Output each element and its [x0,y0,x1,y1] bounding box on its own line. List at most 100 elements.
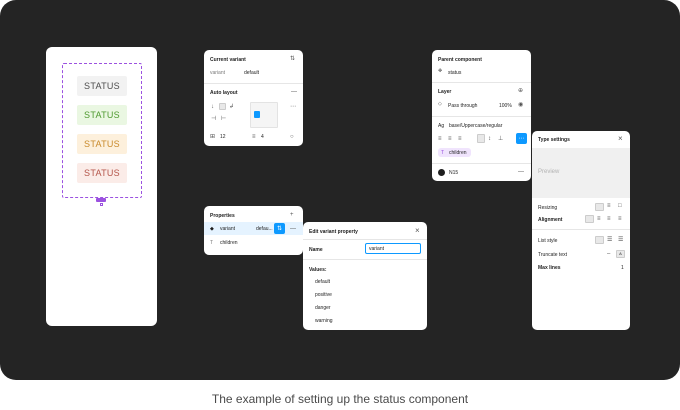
text-justify-icon[interactable]: ≡ [618,216,622,222]
visibility-icon[interactable]: ◉ [518,102,523,108]
text-property-icon: T [210,240,214,246]
align-center-icon[interactable]: ≡ [448,136,452,142]
close-icon[interactable]: × [415,227,420,235]
alignment-indicator [254,111,260,118]
divider [303,259,427,260]
preview-area: Preview [532,148,630,198]
component-set[interactable]: STATUS STATUS STATUS STATUS [62,63,142,206]
fill-label[interactable]: N15 [449,170,458,176]
fixed-size-icon[interactable]: □ [618,203,622,209]
truncate-label: Truncate text [538,252,567,258]
status-badge-danger[interactable]: STATUS [77,163,127,183]
align-right-icon[interactable]: ≡ [458,136,462,142]
component-icon: ✥ [438,68,443,74]
component-name[interactable]: status [448,70,461,76]
status-label: STATUS [84,110,120,120]
value-item[interactable]: default [315,279,330,285]
type-settings-title: Type settings [538,137,570,143]
opacity-value[interactable]: 100% [499,103,512,109]
auto-layout-title: Auto layout [210,90,238,96]
edit-property-button[interactable]: ⇅ [274,223,285,234]
value-item[interactable]: danger [315,305,331,311]
status-label: STATUS [84,81,120,91]
numbered-list-icon[interactable]: ☰ [618,237,623,243]
divider [532,229,630,230]
list-style-label: List style [538,238,558,244]
align-top-icon[interactable] [477,134,485,143]
current-variant-title: Current variant [210,57,246,63]
values-label: Values: [309,267,327,273]
align-left-icon[interactable]: ≡ [438,136,442,142]
layer-title: Layer [438,89,452,95]
status-label: STATUS [84,168,120,178]
align-middle-icon[interactable]: ↕ [488,136,491,142]
text-align-center-icon[interactable]: ≡ [597,216,601,222]
text-icon: T [441,150,445,156]
type-settings-panel: Type settings × Preview Resizing ≡ □ Ali… [532,131,630,330]
text-style-name[interactable]: base/Uppercase/regular [449,123,502,129]
alignment-label: Alignment [538,217,563,223]
dialog-title: Edit variant property [309,229,358,235]
parent-component-title: Parent component [438,57,482,63]
properties-title: Properties [210,213,235,219]
status-label: STATUS [84,139,120,149]
children-chip-label: children [449,150,467,156]
divider [432,163,531,164]
property-name: children [220,240,238,246]
list-none-icon[interactable] [595,236,604,244]
add-variant-handle[interactable] [96,198,106,202]
close-icon[interactable]: × [618,135,623,143]
status-badge-warning[interactable]: STATUS [77,134,127,154]
add-property-icon[interactable]: + [290,212,294,218]
status-badge-positive[interactable]: STATUS [77,105,127,125]
property-name: variant [220,226,236,232]
remove-property-icon[interactable]: — [290,226,296,232]
horizontal-direction-icon[interactable] [219,103,226,110]
value-item[interactable]: warning [315,318,333,324]
horizontal-padding-icon: ⊞ [210,134,216,140]
target-icon[interactable]: ⊕ [518,88,523,94]
settings-icon[interactable]: ⇅ [290,56,295,62]
truncate-off-icon[interactable]: – [607,251,610,257]
fill-swatch[interactable] [438,169,445,176]
more-icon[interactable]: ⋯ [290,104,296,110]
variant-prop-name: variant [210,70,226,76]
value-item[interactable]: positive [315,292,332,298]
current-variant-panel: Current variant ⇅ variant default Auto l… [204,50,303,146]
auto-height-icon[interactable]: ≡ [607,203,611,209]
divider [432,82,531,83]
text-align-right-icon[interactable]: ≡ [607,216,611,222]
variant-prop-value[interactable]: default [244,70,259,76]
add-variant-plus[interactable] [100,203,103,206]
parent-component-panel: Parent component ✥ status Layer ⊕ ◇ Pass… [432,50,531,181]
gap-value[interactable]: 4 [261,134,264,140]
horizontal-padding-value[interactable]: 12 [220,134,226,140]
design-canvas: STATUS STATUS STATUS STATUS Current vari… [0,0,680,380]
width-hug-icon[interactable]: ⊣ [211,116,216,122]
blend-icon: ◇ [438,101,442,107]
type-settings-button[interactable]: ⋯ [516,133,527,144]
padding-options-icon[interactable]: ○ [290,134,294,140]
remove-fill-icon[interactable]: — [518,169,524,175]
bulleted-list-icon[interactable]: ☰ [607,237,612,243]
truncate-on-icon[interactable]: A [616,250,625,258]
height-hug-icon[interactable]: ⊢ [221,116,226,122]
align-bottom-icon[interactable]: ⊥ [498,136,503,142]
status-badge-default[interactable]: STATUS [77,76,127,96]
max-lines-value[interactable]: 1 [621,265,624,271]
minus-icon[interactable]: — [291,89,297,95]
max-lines-label: Max lines [538,265,561,271]
name-field-value: variant [369,246,385,252]
vertical-direction-icon[interactable]: ↓ [211,104,214,110]
text-align-left-icon[interactable] [585,215,594,223]
blend-mode[interactable]: Pass through [448,103,477,109]
resizing-label: Resizing [538,205,558,211]
property-row-selected[interactable] [204,222,303,235]
name-field[interactable]: variant [365,243,421,254]
wrap-icon[interactable]: ↲ [229,104,234,110]
name-label: Name [309,247,323,253]
auto-width-icon[interactable] [595,203,604,211]
figure-caption: The example of setting up the status com… [211,392,469,406]
children-chip[interactable]: T children [438,148,471,157]
component-frame[interactable]: STATUS STATUS STATUS STATUS [46,47,157,326]
